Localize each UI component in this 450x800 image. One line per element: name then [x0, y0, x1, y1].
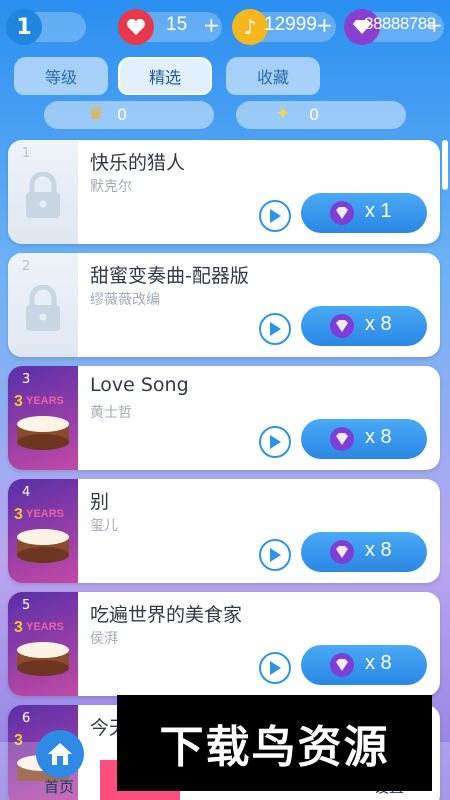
play-icon [270, 322, 281, 336]
song-number: 6 [22, 711, 31, 726]
song-card[interactable]: 1 快乐的猎人 默克尔 x 1 [8, 140, 440, 244]
level-badge: 1 [6, 9, 42, 45]
unlock-button[interactable]: x 8 [301, 306, 427, 346]
song-thumbnail-locked [8, 140, 78, 244]
tab-favorites[interactable]: 收藏 [226, 57, 320, 95]
play-button[interactable] [259, 652, 291, 684]
scrollbar[interactable] [442, 140, 448, 190]
song-number: 5 [22, 598, 31, 613]
song-title: Love Song [90, 374, 189, 396]
birthday-cake-icon: 3 YEARS [14, 619, 69, 676]
song-artist: 缪薇薇改编 [90, 292, 160, 308]
add-lives-button[interactable]: + [203, 13, 220, 37]
diamond-icon [330, 653, 354, 677]
svg-text:YEARS: YEARS [26, 508, 64, 520]
crown-count: 0 [117, 105, 128, 124]
home-icon [48, 743, 72, 765]
song-artist: 玺儿 [90, 518, 118, 534]
coins-value: 12999 [264, 14, 317, 35]
song-card[interactable]: 3 YEARS 3 Love Song 黄士哲 x 8 [8, 366, 440, 470]
unlock-cost: x 8 [365, 313, 392, 335]
svg-text:3: 3 [14, 506, 23, 523]
unlock-cost: x 1 [365, 200, 392, 222]
song-card[interactable]: 3 YEARS 5 吃遍世界的美食家 侯湃 x 8 [8, 592, 440, 696]
level-value: 1 [16, 14, 32, 40]
unlock-cost: x 8 [365, 539, 392, 561]
song-artist: 默克尔 [90, 179, 132, 195]
crown-count-pill: ♛ 0 [44, 101, 214, 129]
play-button[interactable] [259, 426, 291, 458]
lock-icon [26, 172, 60, 218]
svg-text:YEARS: YEARS [26, 395, 64, 407]
lock-icon [26, 285, 60, 331]
unlock-cost: x 8 [365, 652, 392, 674]
play-icon [270, 548, 281, 562]
song-artist: 黄士哲 [90, 405, 132, 421]
add-coins-button[interactable]: + [316, 13, 333, 37]
diamond-icon [330, 427, 354, 451]
add-gems-button[interactable]: + [426, 13, 443, 37]
watermark-text: 下载鸟资源 [159, 722, 390, 773]
song-thumbnail-locked [8, 253, 78, 357]
nav-home-label[interactable]: 首页 [44, 776, 74, 797]
unlock-cost: x 8 [365, 426, 392, 448]
play-button[interactable] [259, 200, 291, 232]
song-thumbnail-cake: 3 YEARS [8, 366, 78, 470]
song-title: 吃遍世界的美食家 [90, 604, 243, 626]
spark-count: 0 [309, 105, 320, 124]
lives-value: 15 [166, 14, 188, 35]
song-thumbnail-cake: 3 YEARS [8, 479, 78, 583]
diamond-icon [330, 314, 354, 338]
birthday-cake-icon: 3 YEARS [14, 506, 69, 563]
song-card[interactable]: 2 甜蜜变奏曲-配器版 缪薇薇改编 x 8 [8, 253, 440, 357]
music-note-icon: ♪ [232, 9, 268, 45]
song-artist: 侯湃 [90, 631, 118, 647]
song-number: 1 [22, 146, 31, 161]
birthday-cake-icon: 3 YEARS [14, 393, 69, 450]
song-thumbnail-cake: 3 YEARS [8, 592, 78, 696]
top-status-bar: 1 15 + ♪ 12999 + 88888788 + [0, 0, 450, 52]
play-icon [270, 435, 281, 449]
crown-icon: ♛ [88, 103, 105, 124]
diamond-icon [330, 201, 354, 225]
song-card[interactable]: 3 YEARS 4 别 玺儿 x 8 [8, 479, 440, 583]
song-number: 2 [22, 259, 31, 274]
tab-featured[interactable]: 精选 [118, 57, 212, 95]
song-title: 甜蜜变奏曲-配器版 [90, 265, 249, 287]
tab-level[interactable]: 等级 [14, 57, 108, 95]
play-button[interactable] [259, 539, 291, 571]
svg-text:3: 3 [14, 393, 23, 410]
play-button[interactable] [259, 313, 291, 345]
heart-icon [118, 9, 154, 45]
song-number: 4 [22, 485, 31, 500]
song-number: 3 [22, 372, 31, 387]
home-button[interactable] [36, 730, 84, 778]
spark-count-pill: ✦ 0 [236, 101, 406, 129]
spark-icon: ✦ [276, 104, 291, 124]
watermark-banner: 下载鸟资源 [117, 695, 432, 791]
play-icon [270, 661, 281, 675]
svg-text:YEARS: YEARS [26, 621, 64, 633]
song-title: 别 [90, 491, 110, 513]
unlock-button[interactable]: x 8 [301, 645, 427, 685]
diamond-icon [330, 540, 354, 564]
svg-text:3: 3 [14, 619, 23, 636]
unlock-button[interactable]: x 8 [301, 419, 427, 459]
song-title: 快乐的猎人 [90, 152, 186, 174]
unlock-button[interactable]: x 8 [301, 532, 427, 572]
unlock-button[interactable]: x 1 [301, 193, 427, 233]
play-icon [270, 209, 281, 223]
gems-value: 88888788 [364, 14, 436, 33]
